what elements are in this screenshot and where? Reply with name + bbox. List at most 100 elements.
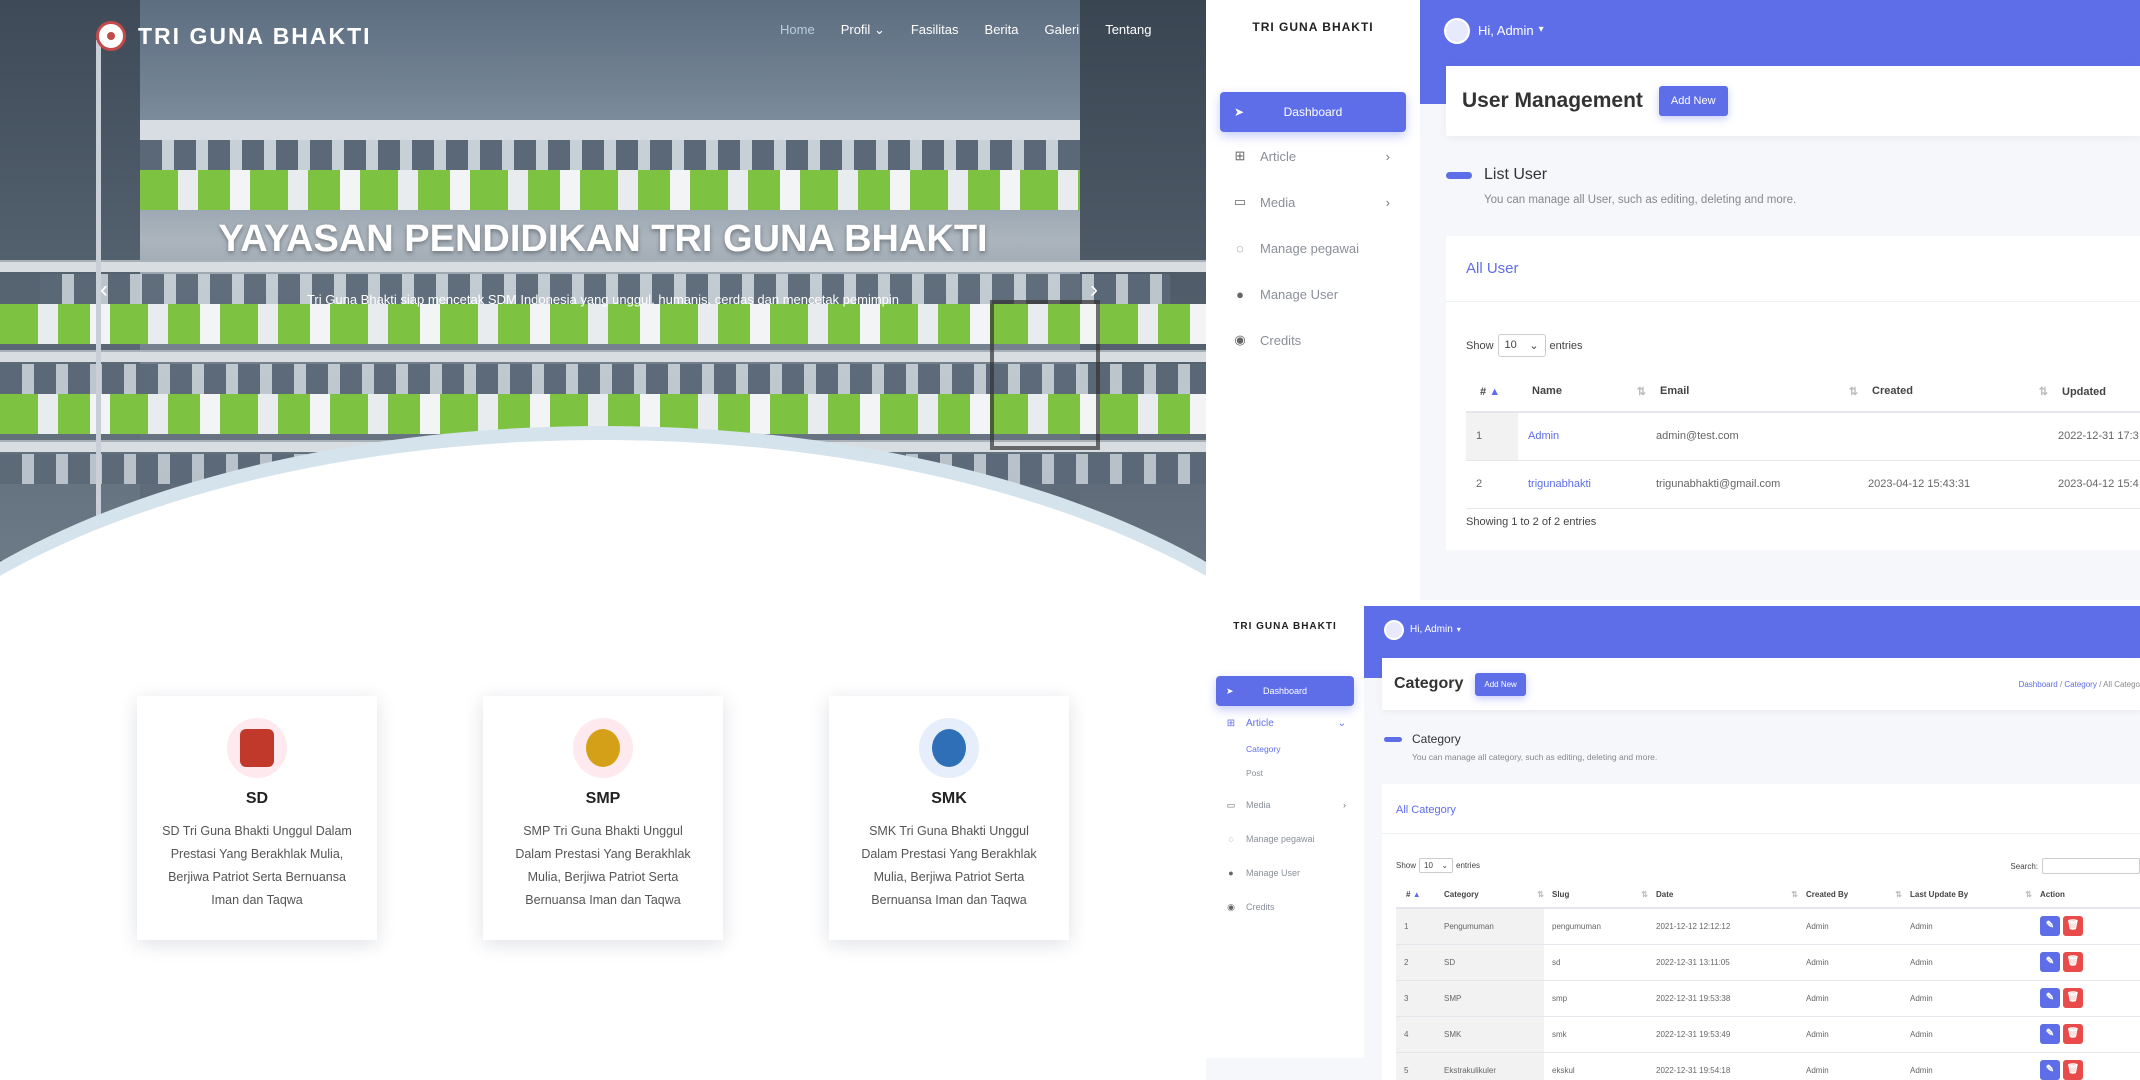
sidebar-item-media[interactable]: ▭ Media ›: [1216, 798, 1354, 812]
nav-profil[interactable]: Profil ⌄: [841, 22, 885, 38]
cell-no: 5: [1396, 1052, 1436, 1080]
edit-button[interactable]: ✎: [2040, 1024, 2060, 1044]
col-no[interactable]: # ▲: [1466, 372, 1518, 412]
delete-button[interactable]: 🗑: [2063, 916, 2083, 937]
search-input[interactable]: [2042, 858, 2140, 874]
page-header: User Management Add New: [1446, 66, 2140, 136]
sidebar-brand[interactable]: TRI GUNA BHAKTI: [1206, 0, 1420, 34]
user-greeting[interactable]: Hi, Admin: [1410, 624, 1453, 635]
col-name[interactable]: Name ⇅: [1518, 372, 1646, 412]
cell-category: Pengumuman: [1436, 908, 1544, 944]
category-screen: Hi, Admin ▾ TRI GUNA BHAKTI ➤ Dashboard …: [1206, 606, 2140, 1080]
school-card-smp[interactable]: SMP SMP Tri Guna Bhakti Unggul Dalam Pre…: [483, 696, 723, 940]
sidebar-item-label: Manage User: [1246, 868, 1301, 878]
sidebar-item-credits[interactable]: ◉ Credits: [1216, 900, 1354, 914]
hero-subtitle: Tri Guna Bhakti siap mencetak SDM Indone…: [306, 292, 900, 307]
sidebar-subitem-category[interactable]: Category: [1246, 744, 1281, 754]
edit-button[interactable]: ✎: [2040, 988, 2060, 1008]
delete-button[interactable]: 🗑: [2063, 1024, 2083, 1044]
cell-last-update-by: Admin: [1910, 921, 1933, 931]
nav-tentang[interactable]: Tentang: [1105, 22, 1151, 38]
site-brand[interactable]: TRI GUNA BHAKTI: [96, 16, 372, 56]
card-title: All User: [1446, 236, 2140, 302]
school-card-smk[interactable]: SMK SMK Tri Guna Bhakti Unggul Dalam Pre…: [829, 696, 1069, 940]
nav-home[interactable]: Home: [780, 22, 815, 38]
breadcrumb-dashboard[interactable]: Dashboard: [2019, 680, 2058, 689]
card-text: SD Tri Guna Bhakti Unggul Dalam Prestasi…: [162, 824, 352, 907]
smk-emblem-icon: [932, 729, 966, 767]
sidebar-item-manage-pegawai[interactable]: ◌ Manage pegawai: [1216, 832, 1354, 846]
rocket-icon: ➤: [1234, 105, 1245, 119]
cell-slug: pengumuman: [1552, 921, 1601, 931]
sidebar-item-dashboard[interactable]: ➤ Dashboard: [1216, 676, 1354, 706]
nav-galeri[interactable]: Galeri: [1045, 22, 1080, 38]
carousel-prev-icon[interactable]: ‹: [100, 276, 108, 304]
sidebar-item-credits[interactable]: ◉ Credits: [1220, 330, 1406, 350]
col-created-by[interactable]: Created By ⇅: [1798, 882, 1902, 908]
table-row: 2 SD sd 2022-12-31 13:11:05 Admin Admin ✎ 🗑: [1396, 944, 2140, 980]
sidebar-item-article[interactable]: ⊞ Article ⌄: [1216, 716, 1354, 730]
sidebar-subitem-post[interactable]: Post: [1246, 768, 1263, 778]
sort-up-icon: ▲: [1489, 385, 1501, 398]
entries-select[interactable]: 10 ⌄: [1419, 858, 1454, 873]
nav-fasilitas[interactable]: Fasilitas: [911, 22, 959, 38]
col-date[interactable]: Date ⇅: [1648, 882, 1798, 908]
cell-no: 2: [1396, 944, 1436, 980]
col-updated[interactable]: Updated: [2048, 372, 2140, 412]
col-no[interactable]: # ▲: [1396, 882, 1436, 908]
carousel-next-icon[interactable]: ›: [1090, 276, 1098, 304]
avatar[interactable]: [1384, 620, 1404, 640]
delete-button[interactable]: 🗑: [2063, 1060, 2083, 1080]
cell-date: 2021-12-12 12:12:12: [1656, 921, 1731, 931]
sidebar-item-article[interactable]: ⊞ Article ›: [1220, 146, 1406, 166]
caret-down-icon[interactable]: ▾: [1457, 625, 1461, 634]
delete-button[interactable]: 🗑: [2063, 952, 2083, 972]
col-action[interactable]: Action: [2032, 882, 2140, 908]
col-category[interactable]: Category ⇅: [1436, 882, 1544, 908]
avatar[interactable]: [1444, 18, 1470, 44]
user-table: # ▲ Name ⇅ Email ⇅ Created ⇅ Updated 1 A…: [1466, 372, 2140, 509]
brand-name: TRI GUNA BHAKTI: [138, 22, 372, 49]
section-description: You can manage all User, such as editing…: [1484, 194, 1797, 206]
col-created[interactable]: Created ⇅: [1858, 372, 2048, 412]
nav-berita[interactable]: Berita: [985, 22, 1019, 38]
col-slug[interactable]: Slug ⇅: [1544, 882, 1648, 908]
sidebar-item-manage-user[interactable]: ● Manage User: [1220, 284, 1406, 304]
sidebar-item-media[interactable]: ▭ Media ›: [1220, 192, 1406, 212]
cell-name-link[interactable]: trigunabhakti: [1518, 460, 1646, 508]
monitor-icon: ▭: [1233, 194, 1247, 209]
sidebar-item-dashboard[interactable]: ➤ Dashboard: [1220, 92, 1406, 132]
edit-button[interactable]: ✎: [2040, 952, 2060, 972]
chevron-down-icon: ⌄: [1441, 861, 1449, 870]
entries-select[interactable]: 10 ⌄: [1497, 334, 1546, 357]
col-label: Email: [1660, 385, 1690, 397]
smk-emblem-badge: [919, 718, 979, 778]
cell-date: 2022-12-31 19:53:49: [1656, 1029, 1731, 1039]
category-table-card: All Category Show 10 ⌄ entries Search: #…: [1382, 784, 2140, 1080]
category-table: # ▲ Category ⇅ Slug ⇅ Date ⇅ Created By …: [1396, 882, 2140, 1080]
sort-icon: ⇅: [2025, 890, 2032, 899]
add-new-button[interactable]: Add New: [1658, 86, 1728, 116]
user-greeting[interactable]: Hi, Admin: [1478, 23, 1534, 38]
cell-slug: sd: [1552, 957, 1561, 967]
sidebar-item-manage-user[interactable]: ● Manage User: [1216, 866, 1354, 880]
sidebar-item-label: Manage pegawai: [1260, 240, 1360, 256]
edit-button[interactable]: ✎: [2040, 1060, 2060, 1080]
smp-emblem-badge: [573, 718, 633, 778]
school-card-sd[interactable]: SD SD Tri Guna Bhakti Unggul Dalam Prest…: [137, 696, 377, 940]
user-icon: ●: [1236, 286, 1244, 302]
col-last-update-by[interactable]: Last Update By ⇅: [1902, 882, 2032, 908]
cell-name-link[interactable]: Admin: [1518, 412, 1646, 460]
sidebar-item-manage-pegawai[interactable]: ◌ Manage pegawai: [1220, 238, 1406, 258]
add-new-button[interactable]: Add New: [1475, 672, 1526, 696]
breadcrumb-category[interactable]: Category: [2064, 680, 2096, 689]
table-info: Showing 1 to 2 of 2 entries: [1466, 516, 1597, 528]
cell-email: trigunabhakti@gmail.com: [1656, 478, 1781, 490]
edit-button[interactable]: ✎: [2040, 916, 2060, 937]
col-email[interactable]: Email ⇅: [1646, 372, 1858, 412]
caret-down-icon[interactable]: ▾: [1539, 24, 1544, 35]
sidebar-item-label: Credits: [1246, 902, 1275, 912]
sidebar-brand[interactable]: TRI GUNA BHAKTI: [1206, 606, 1364, 632]
delete-button[interactable]: 🗑: [2063, 988, 2083, 1008]
cell-created-by: Admin: [1806, 993, 1829, 1003]
